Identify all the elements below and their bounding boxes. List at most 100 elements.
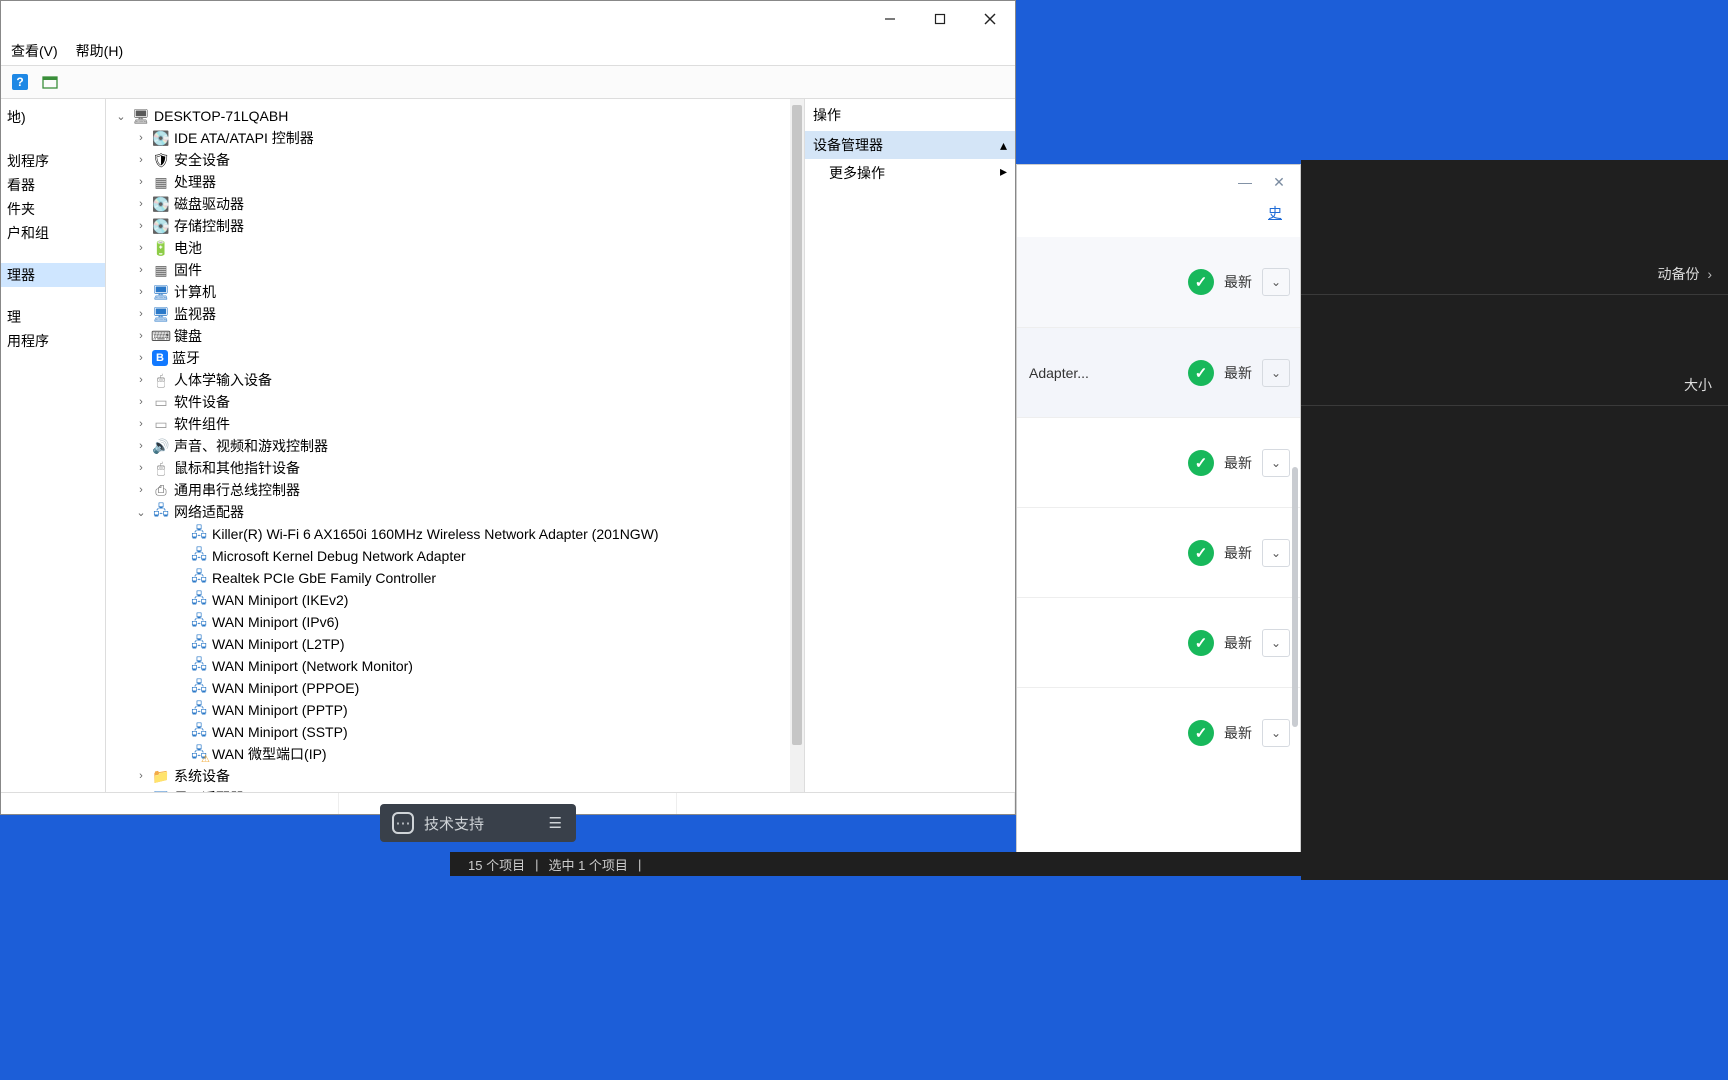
close-button[interactable] xyxy=(965,1,1015,37)
expand-icon[interactable]: › xyxy=(134,462,148,474)
device-category[interactable]: ›📁系统设备 xyxy=(134,765,790,787)
driver-row[interactable]: ✓最新⌄ xyxy=(1017,237,1300,327)
expand-icon[interactable]: › xyxy=(134,330,148,342)
category-network-adapters[interactable]: ⌄ 🖧 网络适配器 xyxy=(134,501,790,523)
driver-dropdown[interactable]: ⌄ xyxy=(1262,719,1290,747)
expand-icon[interactable]: › xyxy=(134,198,148,210)
expand-icon[interactable]: › xyxy=(134,154,148,166)
driver-list[interactable]: ✓最新⌄Adapter...✓最新⌄✓最新⌄✓最新⌄✓最新⌄✓最新⌄ xyxy=(1017,237,1300,863)
maximize-button[interactable] xyxy=(915,1,965,37)
device-category[interactable]: ›🔋电池 xyxy=(134,237,790,259)
driver-list-scrollbar[interactable] xyxy=(1292,467,1298,727)
driver-dropdown[interactable]: ⌄ xyxy=(1262,359,1290,387)
driver-row[interactable]: Adapter...✓最新⌄ xyxy=(1017,327,1300,417)
expand-icon[interactable]: › xyxy=(134,440,148,452)
help-icon[interactable]: ? xyxy=(7,69,33,95)
tech-support-button[interactable]: ⋯ 技术支持 ☰ xyxy=(380,804,576,842)
size-column[interactable]: 大小 xyxy=(1684,375,1712,395)
tree-scrollbar[interactable] xyxy=(790,99,804,792)
explorer-column-header[interactable]: 大小 xyxy=(1301,365,1728,406)
expand-icon[interactable]: › xyxy=(134,286,148,298)
device-category[interactable]: ›🖱人体学输入设备 xyxy=(134,369,790,391)
left-nav-item[interactable]: 件夹 xyxy=(1,197,105,221)
collapse-icon[interactable]: ⌄ xyxy=(134,506,148,519)
device-category[interactable]: ›🔊声音、视频和游戏控制器 xyxy=(134,435,790,457)
device-category[interactable]: ›▭软件设备 xyxy=(134,391,790,413)
menu-icon[interactable]: ☰ xyxy=(549,814,564,832)
network-adapter-item-warning[interactable]: 🖧WAN 微型端口(IP) xyxy=(154,743,790,765)
expand-icon[interactable]: › xyxy=(134,352,148,364)
driver-row[interactable]: ✓最新⌄ xyxy=(1017,687,1300,777)
network-adapter-item[interactable]: 🖧Microsoft Kernel Debug Network Adapter xyxy=(154,545,790,567)
device-category[interactable]: ›💽IDE ATA/ATAPI 控制器 xyxy=(134,127,790,149)
left-nav-item[interactable]: 用程序 xyxy=(1,329,105,353)
device-category[interactable]: ›B蓝牙 xyxy=(134,347,790,369)
expand-icon[interactable]: › xyxy=(134,242,148,254)
actions-section[interactable]: 设备管理器 ▴ xyxy=(805,131,1015,159)
driver-dropdown[interactable]: ⌄ xyxy=(1262,539,1290,567)
left-nav-selected[interactable]: 理器 xyxy=(1,263,105,287)
network-adapter-item[interactable]: 🖧WAN Miniport (Network Monitor) xyxy=(154,655,790,677)
expand-icon[interactable]: › xyxy=(134,132,148,144)
device-category[interactable]: ›🖥显示适配器 xyxy=(134,787,790,792)
adapter-label: Microsoft Kernel Debug Network Adapter xyxy=(212,548,466,564)
more-actions[interactable]: 更多操作 ▸ xyxy=(805,159,1015,187)
left-nav-root[interactable]: 地) xyxy=(1,105,105,129)
device-category[interactable]: ›💽存储控制器 xyxy=(134,215,790,237)
minimize-button[interactable] xyxy=(865,1,915,37)
tree-root[interactable]: ⌄ 🖥 DESKTOP-71LQABH xyxy=(114,105,790,127)
close-button[interactable]: ✕ xyxy=(1264,167,1294,197)
driver-row[interactable]: ✓最新⌄ xyxy=(1017,507,1300,597)
device-category[interactable]: ›🖱鼠标和其他指针设备 xyxy=(134,457,790,479)
device-category[interactable]: ›▦处理器 xyxy=(134,171,790,193)
left-nav-item[interactable]: 划程序 xyxy=(1,149,105,173)
collapse-icon[interactable]: ⌄ xyxy=(114,110,128,123)
network-adapter-item[interactable]: 🖧WAN Miniport (IPv6) xyxy=(154,611,790,633)
driver-dropdown[interactable]: ⌄ xyxy=(1262,268,1290,296)
network-adapter-item[interactable]: 🖧Killer(R) Wi-Fi 6 AX1650i 160MHz Wirele… xyxy=(154,523,790,545)
network-adapter-item[interactable]: 🖧WAN Miniport (PPPOE) xyxy=(154,677,790,699)
left-nav-item[interactable]: 看器 xyxy=(1,173,105,197)
device-category[interactable]: ›🛡安全设备 xyxy=(134,149,790,171)
driver-dropdown[interactable]: ⌄ xyxy=(1262,449,1290,477)
device-category[interactable]: ›▦固件 xyxy=(134,259,790,281)
expand-icon[interactable]: › xyxy=(134,374,148,386)
mon-icon: 🖥 xyxy=(152,305,170,323)
network-adapter-item[interactable]: 🖧WAN Miniport (L2TP) xyxy=(154,633,790,655)
driver-row[interactable]: ✓最新⌄ xyxy=(1017,417,1300,507)
history-link[interactable]: 史 xyxy=(1017,203,1300,223)
device-category[interactable]: ›▭软件组件 xyxy=(134,413,790,435)
collapse-icon[interactable]: ▴ xyxy=(1000,137,1007,154)
device-tree[interactable]: ⌄ 🖥 DESKTOP-71LQABH ›💽IDE ATA/ATAPI 控制器›… xyxy=(106,99,790,792)
scrollbar-thumb[interactable] xyxy=(792,105,802,745)
expand-icon[interactable]: › xyxy=(134,176,148,188)
device-category[interactable]: ›🖥监视器 xyxy=(134,303,790,325)
show-hidden-icon[interactable] xyxy=(37,69,63,95)
driver-dropdown[interactable]: ⌄ xyxy=(1262,629,1290,657)
expand-icon[interactable]: › xyxy=(134,220,148,232)
network-adapter-item[interactable]: 🖧Realtek PCIe GbE Family Controller xyxy=(154,567,790,589)
explorer-header-row[interactable]: 动备份 › xyxy=(1301,254,1728,295)
network-adapter-item[interactable]: 🖧WAN Miniport (SSTP) xyxy=(154,721,790,743)
menu-view[interactable]: 查看(V) xyxy=(11,41,58,61)
expand-icon[interactable]: › xyxy=(134,770,148,782)
expand-icon[interactable]: › xyxy=(134,418,148,430)
driver-row[interactable]: ✓最新⌄ xyxy=(1017,597,1300,687)
network-adapter-item[interactable]: 🖧WAN Miniport (IKEv2) xyxy=(154,589,790,611)
category-label: 软件设备 xyxy=(174,392,230,412)
expand-icon[interactable]: › xyxy=(134,308,148,320)
expand-icon[interactable]: › xyxy=(134,396,148,408)
minimize-button[interactable]: — xyxy=(1230,167,1260,197)
network-adapter-item[interactable]: 🖧WAN Miniport (PPTP) xyxy=(154,699,790,721)
menu-help[interactable]: 帮助(H) xyxy=(76,41,123,61)
expand-icon[interactable]: › xyxy=(134,484,148,496)
left-nav-item[interactable]: 理 xyxy=(1,305,105,329)
device-category[interactable]: ›⌨键盘 xyxy=(134,325,790,347)
device-category[interactable]: ›⎙通用串行总线控制器 xyxy=(134,479,790,501)
expand-icon[interactable]: › xyxy=(134,264,148,276)
left-nav[interactable]: 地) 划程序 看器 件夹 户和组 理器 理 用程序 xyxy=(1,99,106,792)
device-category[interactable]: ›💽磁盘驱动器 xyxy=(134,193,790,215)
left-nav-item[interactable]: 户和组 xyxy=(1,221,105,245)
category-label: 蓝牙 xyxy=(172,348,200,368)
device-category[interactable]: ›🖥计算机 xyxy=(134,281,790,303)
